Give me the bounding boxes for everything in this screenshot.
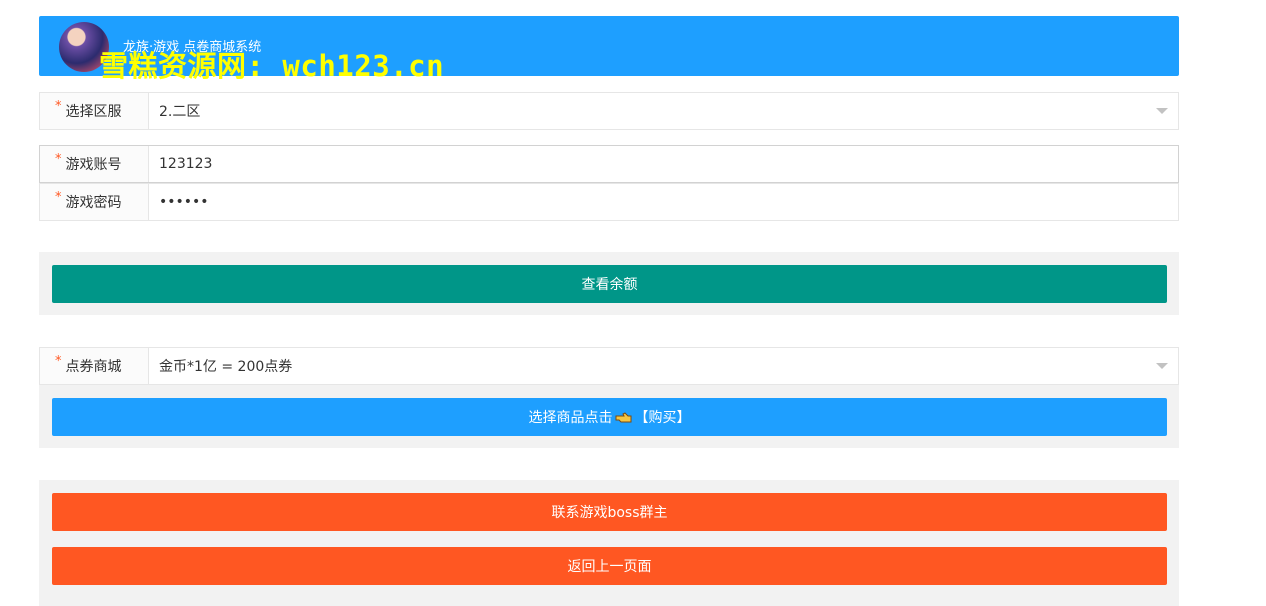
password-row: * 游戏密码 •••••• [39,183,1179,221]
required-mark: * [55,189,62,205]
shop-select[interactable]: * 点券商城 金币*1亿 = 200点券 [39,347,1179,385]
header-bar: 龙族·游戏 点卷商城系统 雪糕资源网: wch123.cn [39,16,1179,83]
password-label: * 游戏密码 [40,184,149,220]
buy-button[interactable]: 选择商品点击 【购买】 [52,398,1167,436]
server-selected-value[interactable]: 2.二区 [159,93,1148,129]
contact-boss-button[interactable]: 联系游戏boss群主 [52,493,1167,531]
password-label-text: 游戏密码 [65,195,122,211]
chevron-down-icon[interactable] [1156,108,1168,114]
buy-button-suffix: 【购买】 [634,410,691,426]
watermark-text: 雪糕资源网: wch123.cn [99,49,445,83]
account-row: * 游戏账号 123123 [39,145,1179,183]
server-label-text: 选择区服 [65,104,122,120]
server-label: * 选择区服 [40,93,149,129]
buy-button-label: 选择商品点击 [528,410,613,426]
required-mark: * [55,98,62,114]
shop-selected-value[interactable]: 金币*1亿 = 200点券 [159,348,1148,384]
account-input[interactable]: 123123 [159,146,1148,182]
pointing-hand-icon [615,412,631,423]
password-input[interactable]: •••••• [159,184,1148,220]
account-label-text: 游戏账号 [65,157,122,173]
back-button[interactable]: 返回上一页面 [52,547,1167,585]
shop-label-text: 点券商城 [65,359,122,375]
chevron-down-icon[interactable] [1156,363,1168,369]
check-balance-button[interactable]: 查看余额 [52,265,1167,303]
shop-label: * 点券商城 [40,348,149,384]
server-select[interactable]: * 选择区服 2.二区 [39,92,1179,130]
required-mark: * [55,353,62,369]
account-label: * 游戏账号 [40,146,149,182]
required-mark: * [55,151,62,167]
page: 龙族·游戏 点卷商城系统 雪糕资源网: wch123.cn * 选择区服 2.二… [0,0,1266,606]
